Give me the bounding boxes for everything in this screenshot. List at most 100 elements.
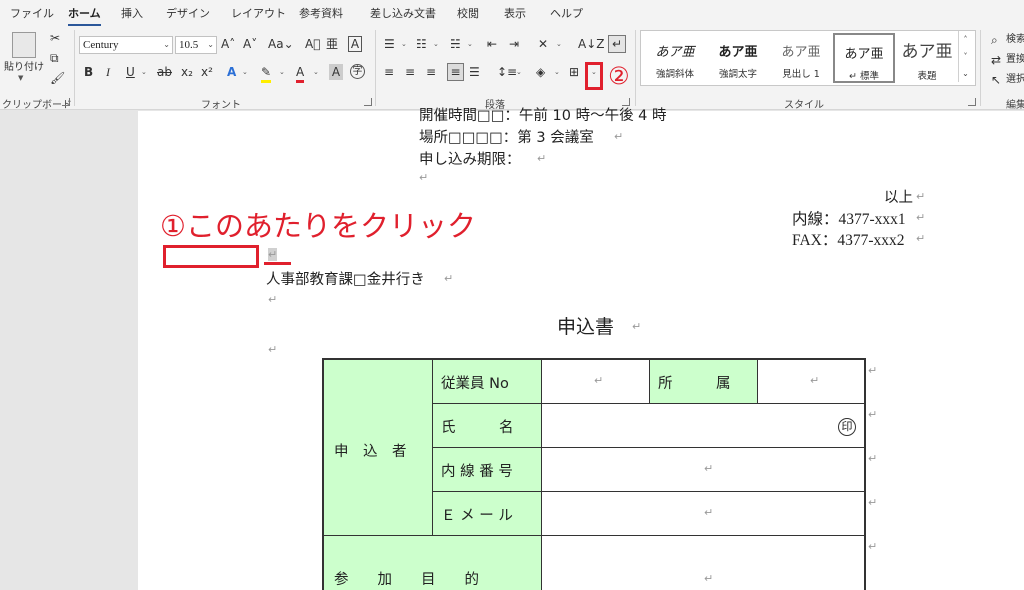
select-icon[interactable]: ↖ [991,72,1001,88]
change-case-icon[interactable]: Aa⌄ [268,36,294,52]
paste-icon[interactable] [12,32,36,58]
align-left-icon[interactable]: ≡ [384,64,394,80]
text-naisen: 内線：4377-xxx1 [792,211,906,228]
style-heading1[interactable]: あア亜 見出し 1 [770,33,832,83]
replace-icon[interactable]: ⇄ [991,52,1001,68]
tab-design[interactable]: デザイン [166,5,210,21]
cell-employee-no-label: 従業員 No [433,360,542,404]
bold-icon[interactable]: B [84,64,93,80]
paragraph-mark: ↵ [419,171,429,184]
tab-help[interactable]: ヘルプ [550,5,583,21]
select-button[interactable]: 選択 [1006,72,1024,88]
styles-more-icon[interactable]: ⌄ [958,65,972,82]
replace-button[interactable]: 置換 [1006,52,1024,68]
row-end-mark: ↵ [868,496,878,509]
enclose-char-icon[interactable]: 字 [350,64,365,79]
line-spacing-dropdown-icon[interactable]: ⌄ [516,68,522,76]
cell-purpose-value[interactable]: ↵ [542,536,866,590]
font-color-icon[interactable]: A [296,64,305,83]
borders-icon[interactable]: ⊞ [569,64,579,80]
text-ijo: 以上 [884,190,913,206]
tab-home[interactable]: ホーム [68,5,101,27]
styles-gallery: あア亜 強調斜体 あア亜 強調太字 あア亜 見出し 1 あア亜 ↵ 標準 あア亜… [640,30,976,86]
tab-mailings[interactable]: 差し込み文書 [370,5,436,21]
row-end-mark: ↵ [868,540,878,553]
find-button[interactable]: 検索 [1006,32,1024,48]
clipboard-launcher-icon[interactable] [62,98,70,106]
left-margin-area [0,111,138,590]
selected-paragraph-mark[interactable]: ↵ [268,248,278,261]
multilevel-list-icon[interactable]: ☵ [450,36,461,52]
tab-insert[interactable]: 挿入 [121,5,143,21]
align-center-icon[interactable]: ≡ [405,64,415,80]
cell-email-value[interactable]: ↵ [542,492,866,536]
paste-dropdown-icon[interactable]: ▼ [18,74,23,82]
italic-icon[interactable]: I [106,64,110,80]
cut-icon[interactable]: ✂ [50,30,60,46]
sort-icon[interactable]: A↓Z [578,36,604,52]
style-title[interactable]: あア亜 表題 [896,33,958,83]
char-border-icon[interactable]: A [348,36,362,52]
tab-view[interactable]: 表示 [504,5,526,21]
cell-dept-value[interactable]: ↵ [758,360,866,404]
superscript-icon[interactable]: x² [201,64,213,80]
show-formatting-icon[interactable]: ↵ [608,35,626,53]
line-spacing-icon[interactable]: ↕≡ [497,64,517,80]
highlight-icon[interactable]: ✎ [261,64,272,83]
text-place: 場所□□□□：第 3 会議室 [419,130,594,146]
paragraph-mark: ↵ [268,343,278,356]
find-icon[interactable]: ⌕ [991,32,998,48]
font-name-select[interactable]: Century ⌄ [79,36,173,54]
decrease-indent-icon[interactable]: ⇤ [487,36,497,52]
clear-format-icon[interactable]: A⃠ [305,36,320,52]
shading-icon[interactable]: ◈ [536,64,545,80]
style-emphasis-italic[interactable]: あア亜 強調斜体 [644,33,706,83]
tab-layout[interactable]: レイアウト [231,5,286,21]
highlight-dropdown-icon[interactable]: ⌄ [279,68,285,76]
strikethrough-icon[interactable]: ab [157,64,172,80]
phonetic-guide-icon[interactable]: 亜 [326,36,338,52]
text-effects-icon[interactable]: A [227,64,236,80]
annotation-click-area [163,245,259,268]
styles-scroll-up-icon[interactable]: ˄ [958,31,972,48]
style-emphasis-bold[interactable]: あア亜 強調太字 [707,33,769,83]
subscript-icon[interactable]: x₂ [181,64,193,80]
cell-ext-value[interactable]: ↵ [542,448,866,492]
align-right-icon[interactable]: ≡ [426,64,436,80]
text-effects-dropdown-icon[interactable]: ⌄ [242,68,248,76]
cell-email-label: Ｅ メ ー ル [433,492,542,536]
underline-dropdown-icon[interactable]: ⌄ [141,68,147,76]
font-color-dropdown-icon[interactable]: ⌄ [313,68,319,76]
cell-dept-label: 所 属 [650,360,758,404]
justify-icon[interactable]: ≡ [447,63,464,81]
increase-indent-icon[interactable]: ⇥ [509,36,519,52]
bullets-dropdown-icon[interactable]: ⌄ [401,40,407,48]
styles-launcher-icon[interactable] [968,98,976,106]
paragraph-mark: ↵ [916,190,926,203]
numbering-icon[interactable]: ☷ [416,36,427,52]
cell-employee-no-value[interactable]: ↵ [542,360,650,404]
char-shading-icon[interactable]: A [329,64,343,80]
distributed-icon[interactable]: ☰ [469,64,480,80]
underline-icon[interactable]: U [126,64,135,80]
asian-layout-icon[interactable]: ✕ [538,36,548,52]
asian-layout-dropdown-icon[interactable]: ⌄ [556,40,562,48]
numbering-dropdown-icon[interactable]: ⌄ [433,40,439,48]
paste-button[interactable]: 貼り付け [4,60,44,76]
shrink-font-icon[interactable]: A˅ [243,36,257,52]
cell-name-value[interactable]: 印 [542,404,866,448]
styles-scroll-down-icon[interactable]: ˅ [958,48,972,65]
copy-icon[interactable]: ⧉ [50,50,59,66]
tab-review[interactable]: 校閲 [457,5,479,21]
font-launcher-icon[interactable] [364,98,372,106]
font-size-select[interactable]: 10.5 ⌄ [175,36,217,54]
bullets-icon[interactable]: ☰ [384,36,395,52]
multilevel-dropdown-icon[interactable]: ⌄ [467,40,473,48]
tab-file[interactable]: ファイル [10,5,54,21]
style-normal[interactable]: あア亜 ↵ 標準 [833,33,895,83]
format-painter-icon[interactable]: 🖌 [50,70,65,86]
shading-dropdown-icon[interactable]: ⌄ [554,68,560,76]
grow-font-icon[interactable]: A˄ [221,36,235,52]
application-table: 申 込 者 従業員 No ↵ 所 属 ↵ 氏 名 印 内 線 番 号 ↵ Ｅ メ… [322,358,866,590]
tab-references[interactable]: 参考資料 [299,5,343,21]
